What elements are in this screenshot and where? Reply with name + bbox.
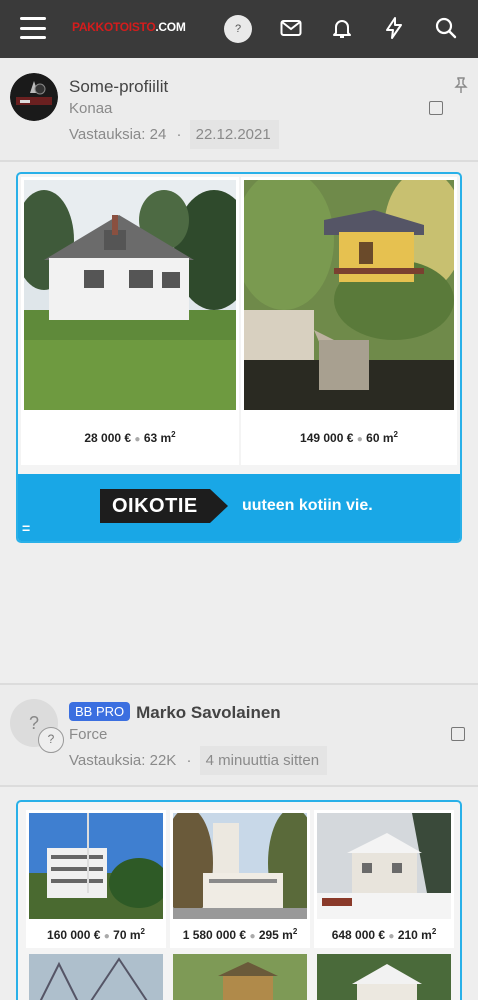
user-avatar-small[interactable]: ?	[38, 727, 64, 753]
listing-photo	[317, 813, 451, 919]
ad-slogan: uuteen kotiin vie.	[242, 497, 373, 514]
price-value: 28 000 €	[84, 431, 132, 445]
reply-count: Vastauksia: 24	[69, 126, 167, 143]
listing-photo	[29, 813, 163, 919]
area-unit-sup: 2	[292, 927, 298, 936]
site-logo[interactable]: PAKKOTOISTO.COM	[72, 20, 186, 34]
pro-badge: BB PRO	[69, 702, 131, 721]
help-icon[interactable]: ?	[224, 15, 252, 43]
thread-title[interactable]: BB PRO Marko Savolainen	[69, 702, 281, 723]
area-value: 63 m	[143, 431, 172, 445]
pin-icon	[454, 77, 468, 93]
thread-meta: Vastauksia: 22K · 4 minuuttia sitten	[69, 746, 328, 775]
thread-meta: Vastauksia: 24 · 22.12.2021	[69, 120, 279, 149]
listing-photo	[173, 954, 307, 1000]
listing-photo	[173, 813, 307, 919]
listing-card[interactable]: 160 000 € ● 70 m2	[26, 810, 166, 948]
ad-banner[interactable]: 160 000 € ● 70 m2 1 580 000 € ● 295 m2 6…	[16, 800, 462, 1000]
listing-price: 149 000 € ● 60 m2	[300, 430, 398, 445]
ad-banner[interactable]: 28 000 € ● 63 m2 149 000 € ● 60 m2 OIKOT…	[16, 172, 462, 543]
price-value: 160 000 €	[47, 928, 101, 942]
divider	[0, 785, 478, 787]
logo-arrow	[210, 489, 228, 523]
meta-separator: ·	[186, 752, 192, 769]
mail-icon[interactable]	[279, 16, 303, 40]
bolt-icon[interactable]	[382, 16, 406, 40]
thread-forum[interactable]: Konaa	[69, 100, 112, 117]
oikotie-banner[interactable]: OIKOTIE uuteen kotiin vie. =	[18, 474, 460, 541]
thread-forum[interactable]: Force	[69, 726, 107, 743]
thread-date: 4 minuuttia sitten	[199, 746, 328, 775]
area-value: 295 m	[258, 928, 293, 942]
listing-photo	[29, 954, 163, 1000]
listing-card[interactable]: 28 000 € ● 63 m2	[21, 177, 239, 465]
menu-icon[interactable]	[20, 17, 46, 39]
listing-price: 28 000 € ● 63 m2	[84, 430, 176, 445]
logo-red-part: PAKKOTOISTO	[72, 20, 156, 34]
thread-avatar[interactable]	[10, 73, 58, 121]
select-checkbox[interactable]	[429, 101, 443, 115]
reply-count: Vastauksia: 22K	[69, 752, 177, 769]
thread-author[interactable]: Marko Savolainen	[136, 703, 281, 722]
price-value: 1 580 000 €	[182, 928, 247, 942]
top-bar: PAKKOTOISTO.COM ?	[0, 0, 478, 58]
divider	[0, 160, 478, 162]
area-value: 210 m	[397, 928, 432, 942]
area-unit-sup: 2	[393, 430, 398, 439]
listing-photo	[244, 180, 454, 410]
area-unit-sup: 2	[140, 927, 145, 936]
thread-item[interactable]: Some-profiilit Konaa Vastauksia: 24 · 22…	[0, 58, 478, 160]
listing-photo	[317, 954, 451, 1000]
area-unit-sup: 2	[431, 927, 437, 936]
listing-price: 160 000 € ● 70 m2	[47, 927, 145, 942]
listing-card[interactable]: 149 000 € ● 60 m2	[241, 177, 457, 465]
listing-price: 648 000 € ● 210 m2	[331, 927, 437, 942]
logo-white-part: .COM	[155, 20, 186, 34]
select-checkbox[interactable]	[451, 727, 465, 741]
area-value: 70 m	[113, 928, 141, 942]
thread-item[interactable]: ? ? BB PRO Marko Savolainen Force Vastauk…	[0, 685, 478, 785]
area-unit-sup: 2	[171, 430, 176, 439]
listing-card[interactable]: 648 000 € ● 210 m2	[314, 810, 454, 948]
area-value: 60 m	[366, 431, 394, 445]
oikotie-logo: OIKOTIE	[100, 489, 210, 523]
listing-card[interactable]: 1 580 000 € ● 295 m2	[170, 810, 310, 948]
thread-date: 22.12.2021	[189, 120, 279, 149]
thread-title[interactable]: Some-profiilit	[69, 77, 168, 97]
listing-price: 1 580 000 € ● 295 m2	[182, 927, 298, 942]
price-value: 149 000 €	[300, 431, 354, 445]
price-value: 648 000 €	[331, 928, 386, 942]
bell-icon[interactable]	[330, 16, 354, 40]
search-icon[interactable]	[434, 16, 458, 40]
meta-separator: ·	[176, 126, 182, 143]
ad-corner-mark: =	[22, 520, 31, 536]
listing-photo	[24, 180, 236, 410]
